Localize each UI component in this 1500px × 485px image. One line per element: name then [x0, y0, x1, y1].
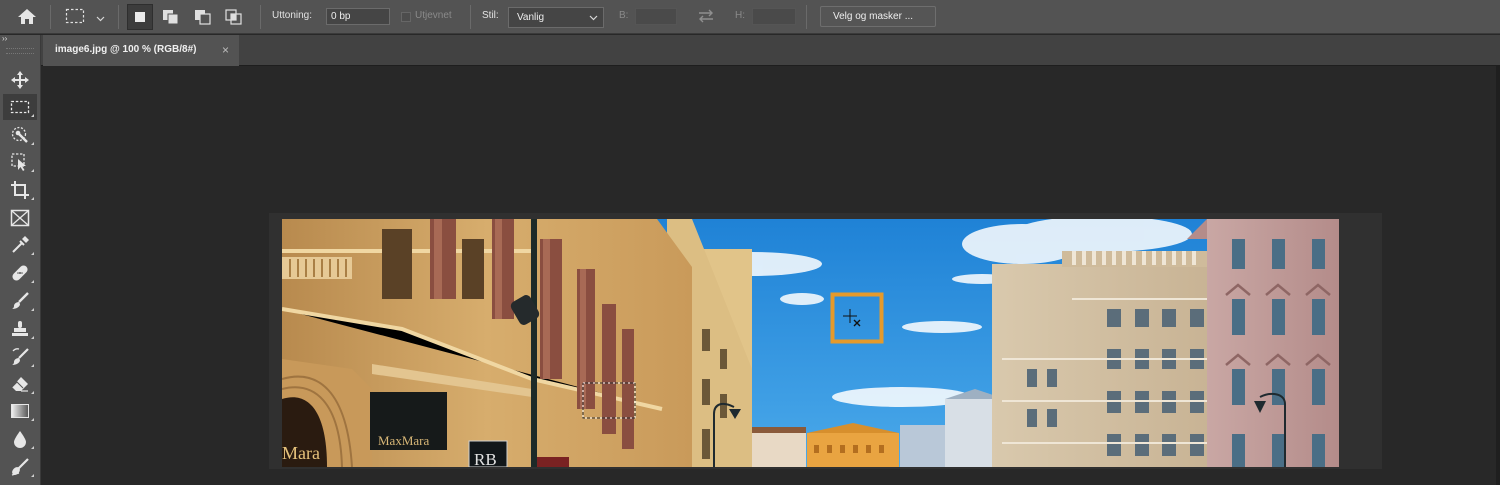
feather-label: Uttoning:	[272, 10, 313, 21]
eraser-icon	[11, 377, 28, 392]
document-tab-bar: image6.jpg @ 100 % (RGB/8#) ×	[41, 35, 1500, 66]
subtract-from-selection-button[interactable]	[190, 4, 216, 30]
separator	[50, 5, 51, 29]
separator	[806, 5, 807, 29]
style-select[interactable]: Vanlig	[508, 7, 604, 28]
home-icon[interactable]	[17, 8, 37, 28]
add-to-selection-button[interactable]	[158, 4, 184, 30]
crop-tool[interactable]	[3, 177, 37, 203]
panel-grip[interactable]	[6, 48, 34, 54]
history-brush-tool[interactable]	[3, 344, 37, 370]
history-brush-icon	[12, 348, 29, 365]
droplet-icon	[14, 431, 26, 448]
document-tab[interactable]: image6.jpg @ 100 % (RGB/8#) ×	[43, 35, 239, 66]
move-tool[interactable]	[3, 67, 37, 93]
spot-healing-brush-tool[interactable]	[3, 260, 37, 286]
dodge-tool[interactable]	[3, 454, 37, 480]
brush-tool[interactable]	[3, 288, 37, 314]
width-label: B:	[619, 10, 629, 21]
frame-tool[interactable]	[3, 205, 37, 231]
separator	[470, 5, 471, 29]
width-input[interactable]	[635, 8, 677, 25]
antialias-label: Utjevnet	[415, 10, 452, 21]
document-tab-title: image6.jpg @ 100 % (RGB/8#)	[55, 44, 197, 55]
move-icon	[11, 71, 29, 89]
new-selection-button[interactable]	[127, 4, 153, 30]
monogram-sign: RB	[474, 450, 497, 467]
style-label: Stil:	[482, 10, 499, 21]
chevron-down-icon	[589, 15, 598, 21]
chevron-down-icon[interactable]	[96, 13, 105, 25]
object-selection-tool[interactable]	[3, 149, 37, 175]
eraser-tool[interactable]	[3, 371, 37, 397]
style-select-value: Vanlig	[517, 12, 545, 23]
gradient-tool[interactable]	[3, 398, 37, 424]
quick-selection-icon	[11, 126, 28, 143]
shop-sign-text: MaxMara	[378, 433, 429, 448]
crop-icon	[11, 181, 29, 199]
rectangular-marquee-tool[interactable]	[3, 94, 37, 120]
height-label: H:	[735, 10, 745, 21]
document-canvas[interactable]: Mara MaxMara RB	[282, 219, 1339, 467]
gradient-icon	[11, 404, 29, 418]
brush-icon	[12, 292, 29, 309]
select-and-mask-button[interactable]: Velg og masker ...	[820, 6, 936, 27]
marquee-icon	[10, 100, 30, 114]
separator	[118, 5, 119, 29]
eyedropper-icon	[12, 236, 29, 253]
marquee-preset-icon[interactable]	[65, 8, 85, 27]
city-street-photo: Mara MaxMara RB	[282, 219, 1339, 467]
intersect-selection-button[interactable]	[221, 4, 247, 30]
panel-collapse-toggle[interactable]: ››	[2, 34, 7, 43]
separator	[260, 5, 261, 29]
feather-input[interactable]: 0 bp	[326, 8, 390, 25]
eyedropper-tool[interactable]	[3, 232, 37, 258]
height-input[interactable]	[752, 8, 796, 25]
blur-tool[interactable]	[3, 426, 37, 452]
frame-icon	[10, 209, 30, 227]
swap-icon[interactable]	[697, 9, 715, 26]
arch-sign: Mara	[282, 443, 320, 463]
vertical-scrollbar[interactable]	[1496, 66, 1500, 485]
dodge-icon	[11, 458, 29, 476]
options-bar: Uttoning: 0 bp Utjevnet Stil: Vanlig B: …	[0, 0, 1500, 34]
tools-panel: ››	[0, 34, 41, 485]
close-icon[interactable]: ×	[222, 43, 229, 57]
stamp-icon	[12, 321, 28, 336]
object-selection-icon	[11, 153, 26, 171]
clone-stamp-tool[interactable]	[3, 316, 37, 342]
quick-selection-tool[interactable]	[3, 122, 37, 148]
bandage-icon	[12, 265, 28, 281]
antialias-checkbox[interactable]	[401, 12, 411, 25]
